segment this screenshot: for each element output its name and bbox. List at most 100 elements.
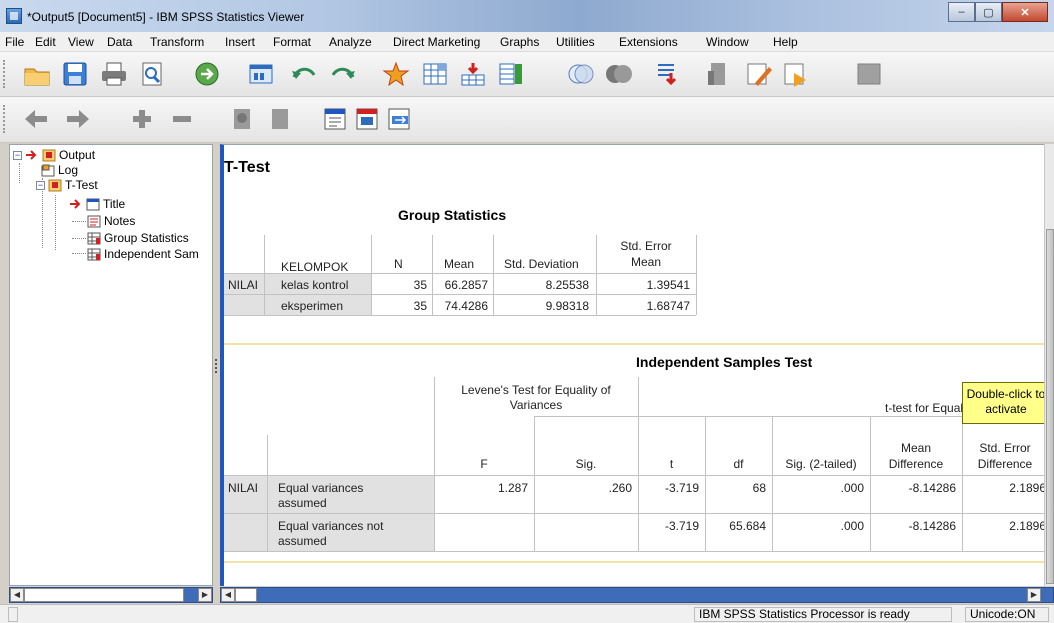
table-cell: 66.2857 — [444, 278, 488, 292]
minimize-button[interactable]: – — [948, 2, 975, 22]
open-icon[interactable] — [20, 57, 54, 91]
spelling-icon[interactable] — [651, 57, 685, 91]
use-variable-sets-icon[interactable] — [564, 57, 598, 91]
scrollbar-thumb[interactable] — [1046, 229, 1054, 584]
collapse-toggle[interactable]: − — [36, 180, 45, 190]
menu-edit[interactable]: Edit — [35, 35, 56, 49]
tree-label-group-statistics: Group Statistics — [104, 231, 189, 245]
menu-graphs[interactable]: Graphs — [500, 35, 539, 49]
insert-title-icon[interactable] — [350, 102, 384, 136]
insert-text-icon[interactable] — [382, 102, 416, 136]
scroll-right-button[interactable]: ▶ — [1027, 588, 1041, 602]
menu-direct-marketing[interactable]: Direct Marketing — [393, 35, 480, 49]
tree-node-ttest[interactable]: − T-Test — [36, 178, 98, 192]
title-bar: *Output5 [Document5] - IBM SPSS Statisti… — [0, 0, 1054, 32]
tree-node-group-statistics[interactable]: Group Statistics — [87, 231, 189, 245]
goto-data-icon[interactable] — [379, 57, 413, 91]
insert-heading-icon[interactable] — [318, 102, 352, 136]
save-icon[interactable] — [58, 57, 92, 91]
spss-app-icon[interactable] — [6, 8, 22, 24]
tree-node-output[interactable]: − Output — [13, 148, 95, 162]
output-heading[interactable]: T-Test — [224, 159, 270, 177]
hide-icon[interactable] — [263, 102, 297, 136]
forward-icon[interactable] — [60, 102, 94, 136]
menu-analyze[interactable]: Analyze — [329, 35, 372, 49]
tree-node-log[interactable]: Log — [41, 163, 78, 177]
back-icon[interactable] — [20, 102, 54, 136]
log-icon — [41, 164, 55, 176]
create-edit-icon[interactable] — [742, 57, 776, 91]
menu-file[interactable]: File — [5, 35, 24, 49]
table-cell: -3.719 — [664, 519, 699, 533]
menu-utilities[interactable]: Utilities — [556, 35, 595, 49]
tree-node-independent-samples[interactable]: Independent Sam — [87, 247, 199, 261]
scroll-right-button[interactable]: ▶ — [198, 588, 212, 602]
title-icon — [86, 198, 100, 210]
row-label-equal-variances: Equal variances — [278, 481, 364, 495]
scrollbar-thumb[interactable] — [235, 588, 257, 602]
scroll-left-button[interactable]: ◀ — [221, 588, 235, 602]
menu-format[interactable]: Format — [273, 35, 311, 49]
tree-node-title[interactable]: Title — [69, 197, 125, 211]
col-header-kelompok: KELOMPOK — [281, 260, 349, 274]
table-rule — [224, 315, 696, 316]
col-header-n: N — [394, 257, 403, 271]
outline-horizontal-scrollbar[interactable]: ◀ ▶ — [9, 587, 213, 603]
undo-icon[interactable] — [287, 57, 321, 91]
show-icon[interactable] — [225, 102, 259, 136]
scroll-left-button[interactable]: ◀ — [10, 588, 24, 602]
main-toolbar — [0, 52, 1054, 97]
table-cell: 8.25538 — [545, 278, 589, 292]
table-cell: -8.14286 — [908, 481, 956, 495]
table-cell: 1.39541 — [646, 278, 690, 292]
col-header-std-error-difference-line2: Difference — [977, 457, 1033, 471]
output-arrow-icon — [26, 149, 37, 160]
designate-window-icon[interactable] — [702, 57, 736, 91]
collapse-toggle[interactable]: − — [13, 150, 22, 160]
tree-label-output: Output — [59, 148, 96, 162]
pane-splitter[interactable] — [213, 144, 220, 586]
inactive-icon — [852, 57, 886, 91]
row-label-equal-variances-not: Equal variances not — [278, 519, 384, 533]
toolbar-grip[interactable] — [3, 105, 7, 133]
menu-view[interactable]: View — [68, 35, 94, 49]
content-horizontal-scrollbar[interactable]: ◀ ▶ — [220, 587, 1054, 603]
menu-window[interactable]: Window — [706, 35, 749, 49]
export-icon[interactable] — [190, 57, 224, 91]
print-icon[interactable] — [97, 57, 131, 91]
expand-icon[interactable] — [125, 102, 159, 136]
content-vertical-scrollbar[interactable] — [1044, 144, 1054, 586]
redo-icon[interactable] — [326, 57, 360, 91]
collapse-icon[interactable] — [165, 102, 199, 136]
col-header-sig: Sig. — [575, 457, 597, 471]
recall-dialog-icon[interactable] — [244, 57, 278, 91]
goto-variable-icon[interactable] — [456, 57, 490, 91]
tree-guide — [72, 253, 86, 254]
window-controls: – ▢ ✕ — [948, 2, 1048, 22]
outline-pane[interactable]: − Output Log − T-Test Title Notes Group … — [9, 144, 213, 586]
run-script-icon[interactable] — [779, 57, 813, 91]
tree-label-title: Title — [103, 197, 126, 211]
independent-samples-title: Independent Samples Test — [636, 354, 813, 370]
col-header-std-error: Std. Error — [620, 239, 672, 253]
menu-data[interactable]: Data — [107, 35, 132, 49]
print-preview-icon[interactable] — [135, 57, 169, 91]
show-all-variables-icon[interactable] — [602, 57, 636, 91]
menu-extensions[interactable]: Extensions — [619, 35, 678, 49]
selected-arrow-icon — [70, 198, 81, 209]
col-header-mean: Mean — [444, 257, 475, 271]
menu-help[interactable]: Help — [773, 35, 798, 49]
row-label-nilai: NILAI — [228, 481, 259, 495]
output-content-pane[interactable]: T-Test Group Statistics KELOMPOK N Mean … — [220, 144, 1044, 586]
table-cell: 2.1896 — [1009, 519, 1044, 533]
variables-icon[interactable] — [494, 57, 528, 91]
menu-insert[interactable]: Insert — [225, 35, 255, 49]
col-header-mean-difference: Mean — [900, 441, 932, 455]
toolbar-grip[interactable] — [3, 60, 7, 88]
tree-node-notes[interactable]: Notes — [87, 214, 135, 228]
close-button[interactable]: ✕ — [1002, 2, 1048, 22]
maximize-button[interactable]: ▢ — [975, 2, 1002, 22]
goto-case-icon[interactable] — [418, 57, 452, 91]
menu-transform[interactable]: Transform — [150, 35, 204, 49]
scrollbar-thumb[interactable] — [24, 588, 184, 602]
